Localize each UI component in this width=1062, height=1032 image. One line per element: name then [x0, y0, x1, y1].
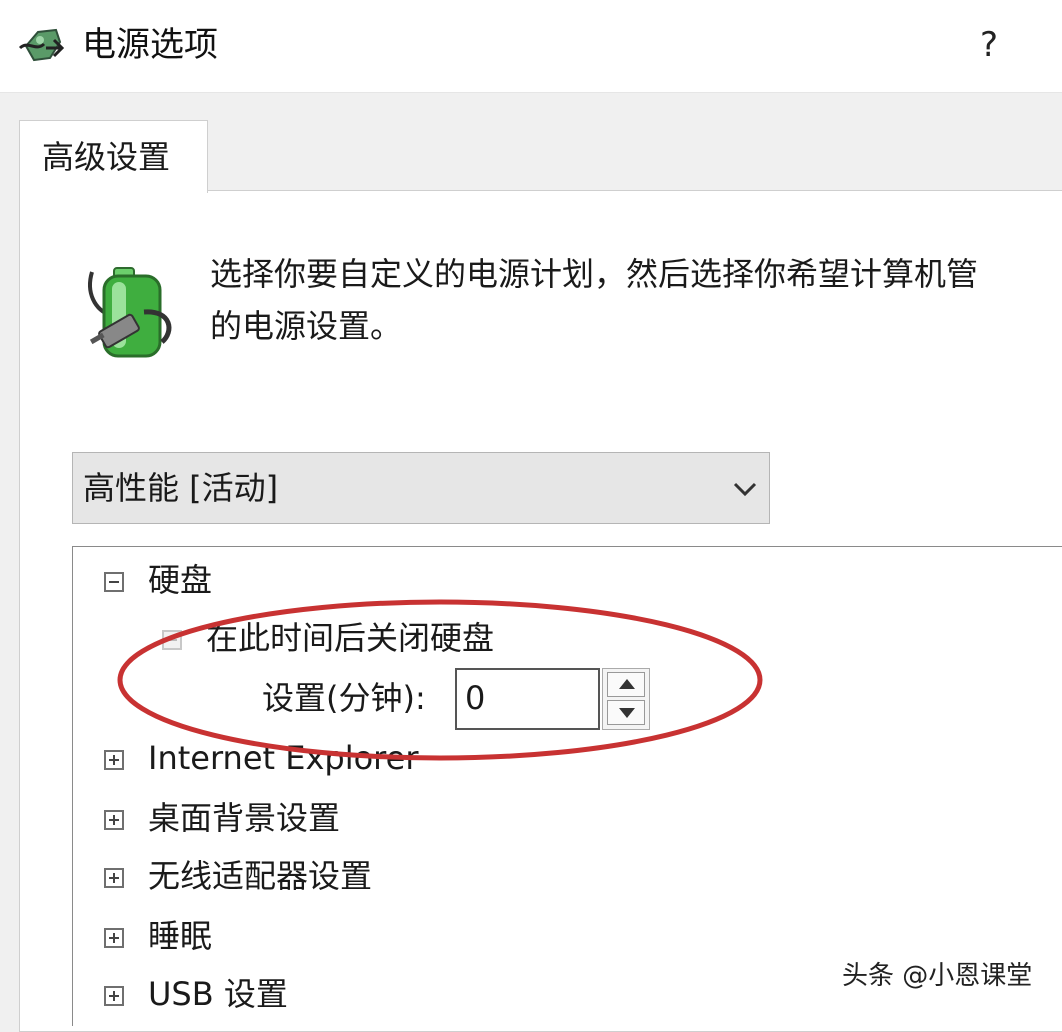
expand-icon[interactable]	[104, 750, 124, 770]
stepper-down-button[interactable]	[607, 700, 645, 725]
title-bar: 电源选项 ?	[0, 0, 1062, 93]
dropdown-value: 高性能 [活动]	[83, 469, 279, 507]
description: 选择你要自定义的电源计划，然后选择你希望计算机管 的电源设置。	[210, 248, 1062, 352]
power-plan-dropdown[interactable]: 高性能 [活动]	[72, 452, 770, 524]
tab-label: 高级设置	[42, 138, 171, 176]
minutes-stepper[interactable]	[602, 668, 650, 730]
chevron-down-icon[interactable]	[728, 478, 762, 500]
tree-item-sleep[interactable]: 睡眠	[148, 914, 212, 964]
tree-item-internet-explorer[interactable]: Internet Explorer	[148, 736, 418, 786]
collapse-icon[interactable]	[104, 572, 124, 592]
expand-icon[interactable]	[104, 810, 124, 830]
window-title: 电源选项	[82, 25, 218, 65]
description-line-1: 选择你要自定义的电源计划，然后选择你希望计算机管	[210, 255, 979, 293]
power-options-icon	[18, 28, 65, 62]
expand-icon[interactable]	[104, 868, 124, 888]
setting-label: 设置(分钟):	[262, 679, 426, 717]
expand-icon[interactable]	[104, 928, 124, 948]
tree-item-turn-off-disk[interactable]: 在此时间后关闭硬盘	[206, 616, 494, 666]
minutes-value: 0	[465, 679, 486, 717]
description-line-2: 的电源设置。	[210, 307, 403, 345]
tree-item-usb-settings[interactable]: USB 设置	[148, 972, 288, 1022]
help-button[interactable]: ?	[980, 22, 998, 68]
stepper-up-button[interactable]	[607, 672, 645, 697]
tree-item-wireless-adapter[interactable]: 无线适配器设置	[148, 854, 372, 904]
tree-item-hard-disk[interactable]: 硬盘	[148, 558, 212, 608]
battery-plug-icon	[88, 267, 172, 358]
watermark: 头条 @小恩课堂	[842, 961, 1033, 991]
tree-item-desktop-background[interactable]: 桌面背景设置	[148, 796, 340, 846]
expand-icon[interactable]	[104, 986, 124, 1006]
collapse-icon[interactable]	[162, 630, 182, 650]
minutes-input[interactable]: 0	[455, 668, 600, 730]
tab-advanced-settings[interactable]: 高级设置	[19, 120, 208, 193]
